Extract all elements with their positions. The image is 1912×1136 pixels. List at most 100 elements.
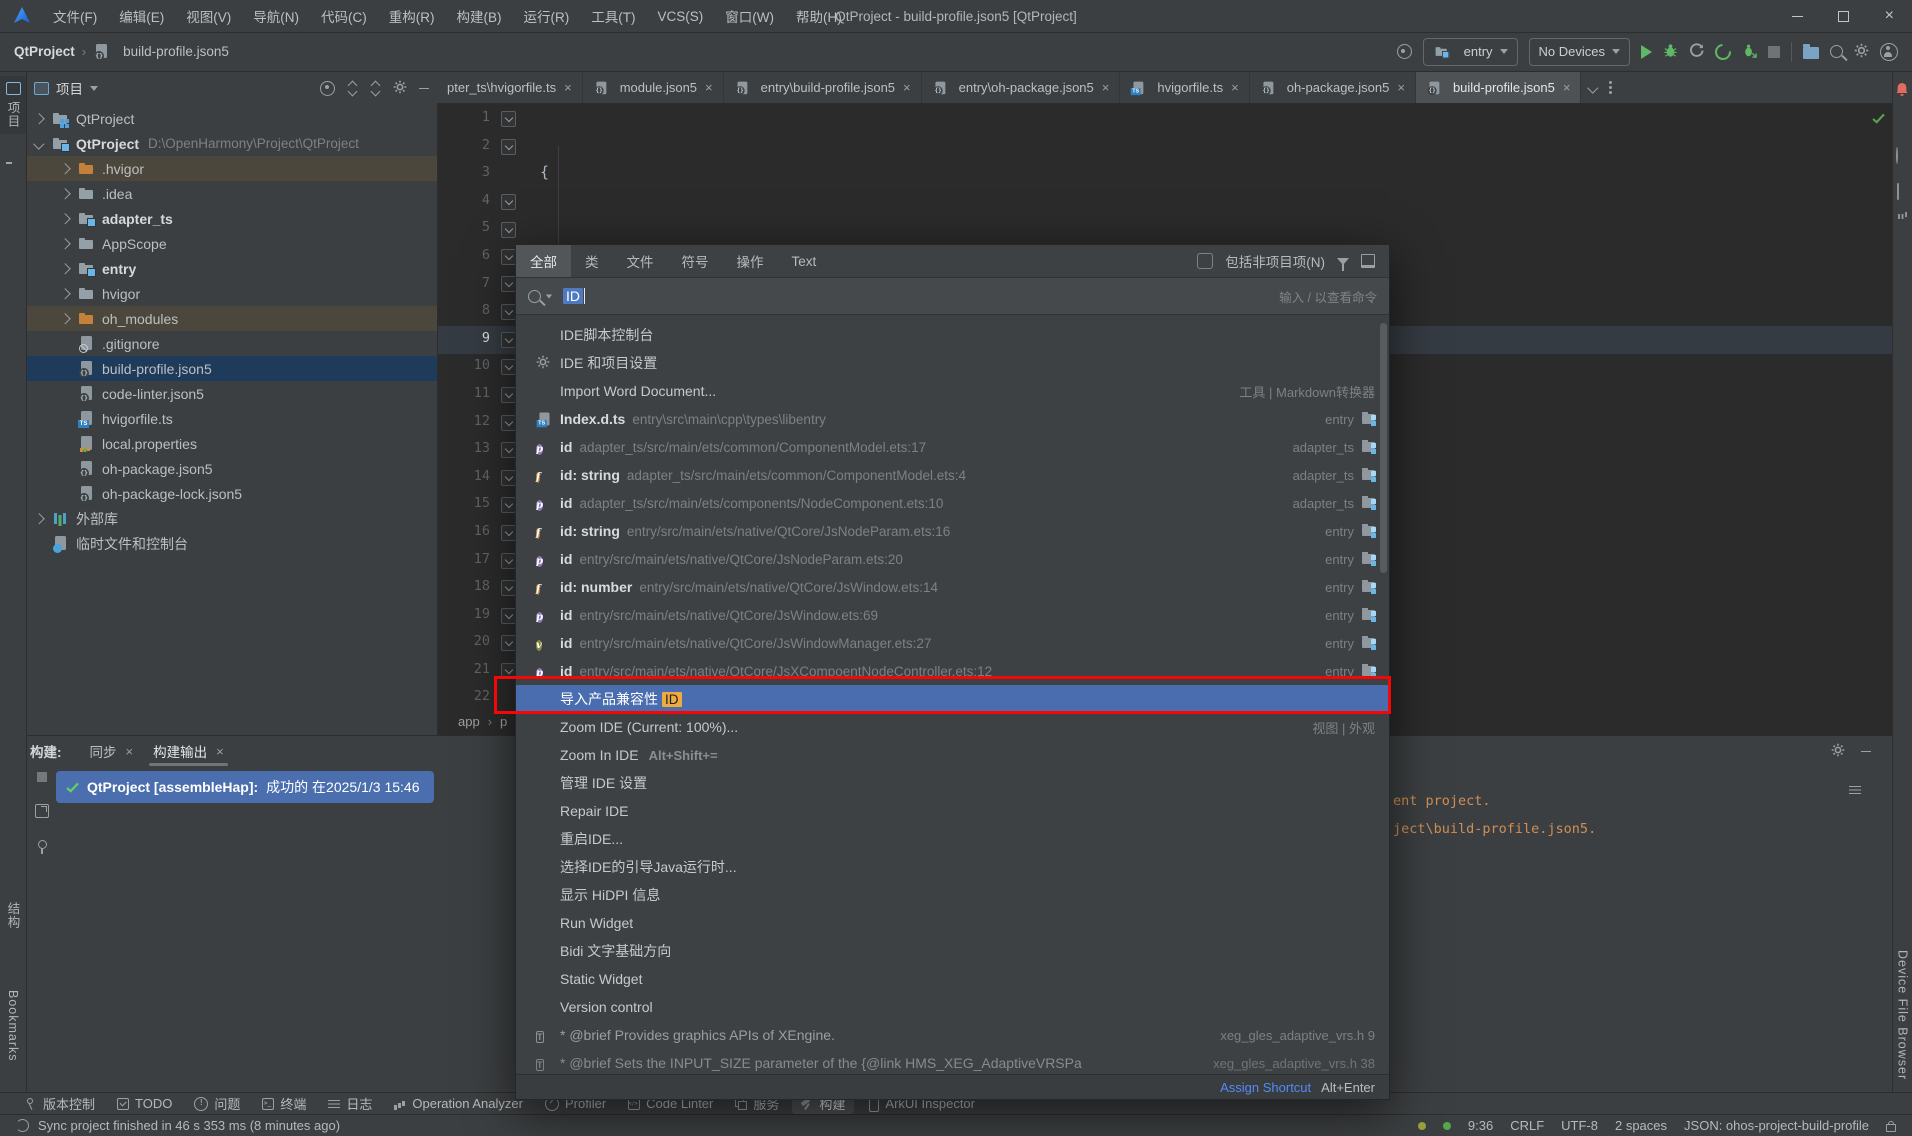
search-result-row-selected[interactable]: 导入产品兼容性 ID: [516, 685, 1389, 713]
search-result-row[interactable]: Version control: [516, 993, 1389, 1021]
fold-icon[interactable]: [501, 194, 516, 210]
close-icon[interactable]: [1563, 80, 1571, 95]
tab-symbols[interactable]: 符号: [668, 245, 723, 277]
fold-icon[interactable]: [501, 497, 516, 513]
tab-actions[interactable]: 操作: [723, 245, 778, 277]
tab-text[interactable]: Text: [778, 245, 831, 277]
menu-file[interactable]: 文件(F): [42, 6, 108, 26]
tab-all[interactable]: 全部: [516, 245, 571, 277]
tree-row[interactable]: oh-package-lock.json5: [26, 481, 437, 506]
include-non-project-checkbox[interactable]: [1197, 253, 1213, 269]
tree-row-selected[interactable]: build-profile.json5: [26, 356, 437, 381]
profiler-button[interactable]: [1689, 43, 1704, 61]
search-result-row[interactable]: Zoom In IDE Alt+Shift+=: [516, 741, 1389, 769]
search-result-row[interactable]: Import Word Document... 工具 | Markdown转换器: [516, 377, 1389, 405]
fold-icon[interactable]: [501, 304, 516, 320]
fold-icon[interactable]: [501, 525, 516, 541]
run-config-selector[interactable]: entry: [1423, 38, 1518, 66]
tool-window-icon[interactable]: [1897, 184, 1899, 199]
toolbar-version-control[interactable]: 版本控制: [16, 1093, 104, 1114]
fold-icon[interactable]: [501, 470, 516, 486]
sync-button[interactable]: [1712, 40, 1735, 63]
fold-icon[interactable]: [501, 663, 516, 679]
editor-tab[interactable]: entry\oh-package.json5: [922, 72, 1121, 103]
include-non-project-label[interactable]: 包括非项目项(N): [1225, 251, 1325, 271]
fold-icon[interactable]: [501, 580, 516, 596]
status-message[interactable]: Sync project finished in 46 s 353 ms (8 …: [38, 1118, 340, 1133]
search-result-row[interactable]: id entry/src/main/ets/native/QtCore/JsWi…: [516, 601, 1389, 629]
close-icon[interactable]: [126, 744, 134, 759]
minimize-button[interactable]: [1774, 0, 1820, 32]
stop-build-icon[interactable]: [37, 772, 47, 782]
assign-shortcut-link[interactable]: Assign Shortcut: [1220, 1080, 1311, 1095]
menu-window[interactable]: 窗口(W): [714, 6, 785, 26]
indent-indicator[interactable]: 2 spaces: [1615, 1118, 1667, 1133]
tree-row[interactable]: QtProject: [26, 106, 437, 131]
fold-icon[interactable]: [501, 276, 516, 292]
fold-icon[interactable]: [501, 387, 516, 403]
tab-classes[interactable]: 类: [571, 245, 613, 277]
close-icon[interactable]: [1102, 80, 1110, 95]
tool-window-icon[interactable]: [1896, 148, 1898, 163]
tree-row[interactable]: entry: [26, 256, 437, 281]
search-result-row[interactable]: 管理 IDE 设置: [516, 769, 1389, 797]
target-icon[interactable]: [1397, 44, 1412, 59]
search-result-row[interactable]: * @brief Provides graphics APIs of XEngi…: [516, 1021, 1389, 1049]
breadcrumb-file[interactable]: build-profile.json5: [123, 44, 229, 59]
search-result-row[interactable]: id: string entry/src/main/ets/native/QtC…: [516, 517, 1389, 545]
notifications-bell-icon[interactable]: [1895, 82, 1909, 100]
tree-row[interactable]: .gitignore: [26, 331, 437, 356]
project-structure-icon[interactable]: [1803, 47, 1819, 59]
search-result-row[interactable]: * @brief Sets the INPUT_SIZE parameter o…: [516, 1049, 1389, 1075]
menu-tools[interactable]: 工具(T): [580, 6, 646, 26]
editor-tab[interactable]: oh-package.json5: [1250, 72, 1416, 103]
tree-row[interactable]: 临时文件和控制台: [26, 531, 437, 556]
file-type-indicator[interactable]: JSON: ohos-project-build-profile: [1684, 1118, 1869, 1133]
chevron-down-icon[interactable]: [90, 86, 98, 91]
lock-icon[interactable]: [1886, 1124, 1896, 1132]
inspections-ok-icon[interactable]: [1872, 112, 1885, 127]
fold-icon[interactable]: [501, 415, 516, 431]
tab-options-kebab-icon[interactable]: [1597, 72, 1624, 103]
toolbar-operation-analyzer[interactable]: Operation Analyzer: [385, 1095, 532, 1112]
tool-window-structure[interactable]: 结构: [0, 902, 26, 932]
close-icon[interactable]: [564, 80, 572, 95]
search-result-row[interactable]: id entry/src/main/ets/native/QtCore/JsNo…: [516, 545, 1389, 573]
close-icon[interactable]: [1231, 80, 1239, 95]
fold-icon[interactable]: [501, 111, 516, 127]
editor-tab[interactable]: entry\build-profile.json5: [724, 72, 922, 103]
caret-position[interactable]: 9:36: [1468, 1118, 1493, 1133]
menu-edit[interactable]: 编辑(E): [108, 6, 175, 26]
editor-tab[interactable]: hvigorfile.ts: [1120, 72, 1249, 103]
settings-gear-icon[interactable]: [1854, 43, 1869, 61]
line-ending-indicator[interactable]: CRLF: [1510, 1118, 1544, 1133]
soft-wrap-icon[interactable]: [1849, 784, 1861, 796]
tree-row[interactable]: .hvigor: [26, 156, 437, 181]
tree-row[interactable]: code-linter.json5: [26, 381, 437, 406]
editor-tab[interactable]: pter_ts\hvigorfile.ts: [437, 72, 583, 103]
fold-icon[interactable]: [501, 359, 516, 375]
search-result-row[interactable]: id entry/src/main/ets/native/QtCore/JsWi…: [516, 629, 1389, 657]
fold-icon[interactable]: [501, 249, 516, 265]
fold-icon[interactable]: [501, 139, 516, 155]
fold-icon[interactable]: [501, 332, 516, 348]
run-button[interactable]: [1641, 45, 1652, 59]
toolbar-log[interactable]: 日志: [319, 1093, 381, 1114]
tree-row[interactable]: .idea: [26, 181, 437, 206]
search-result-row[interactable]: id adapter_ts/src/main/ets/common/Compon…: [516, 433, 1389, 461]
search-result-row[interactable]: IDE脚本控制台: [516, 321, 1389, 349]
search-result-row[interactable]: Repair IDE: [516, 797, 1389, 825]
search-result-row[interactable]: 重启IDE...: [516, 825, 1389, 853]
tree-row[interactable]: oh_modules: [26, 306, 437, 331]
tree-row[interactable]: AppScope: [26, 231, 437, 256]
device-selector[interactable]: No Devices: [1529, 38, 1630, 66]
tool-window-bookmarks[interactable]: Bookmarks: [0, 990, 26, 1062]
build-result-row[interactable]: QtProject [assembleHap]: 成功的 在2025/1/3 1…: [56, 771, 434, 803]
tree-row[interactable]: 外部库: [26, 506, 437, 531]
locate-file-icon[interactable]: [320, 81, 335, 96]
breadcrumb-app[interactable]: app: [458, 714, 480, 729]
breadcrumb-project[interactable]: QtProject: [14, 44, 75, 59]
account-avatar[interactable]: [1880, 43, 1898, 61]
search-result-row[interactable]: 选择IDE的引导Java运行时...: [516, 853, 1389, 881]
tab-sync[interactable]: 同步: [80, 736, 144, 766]
